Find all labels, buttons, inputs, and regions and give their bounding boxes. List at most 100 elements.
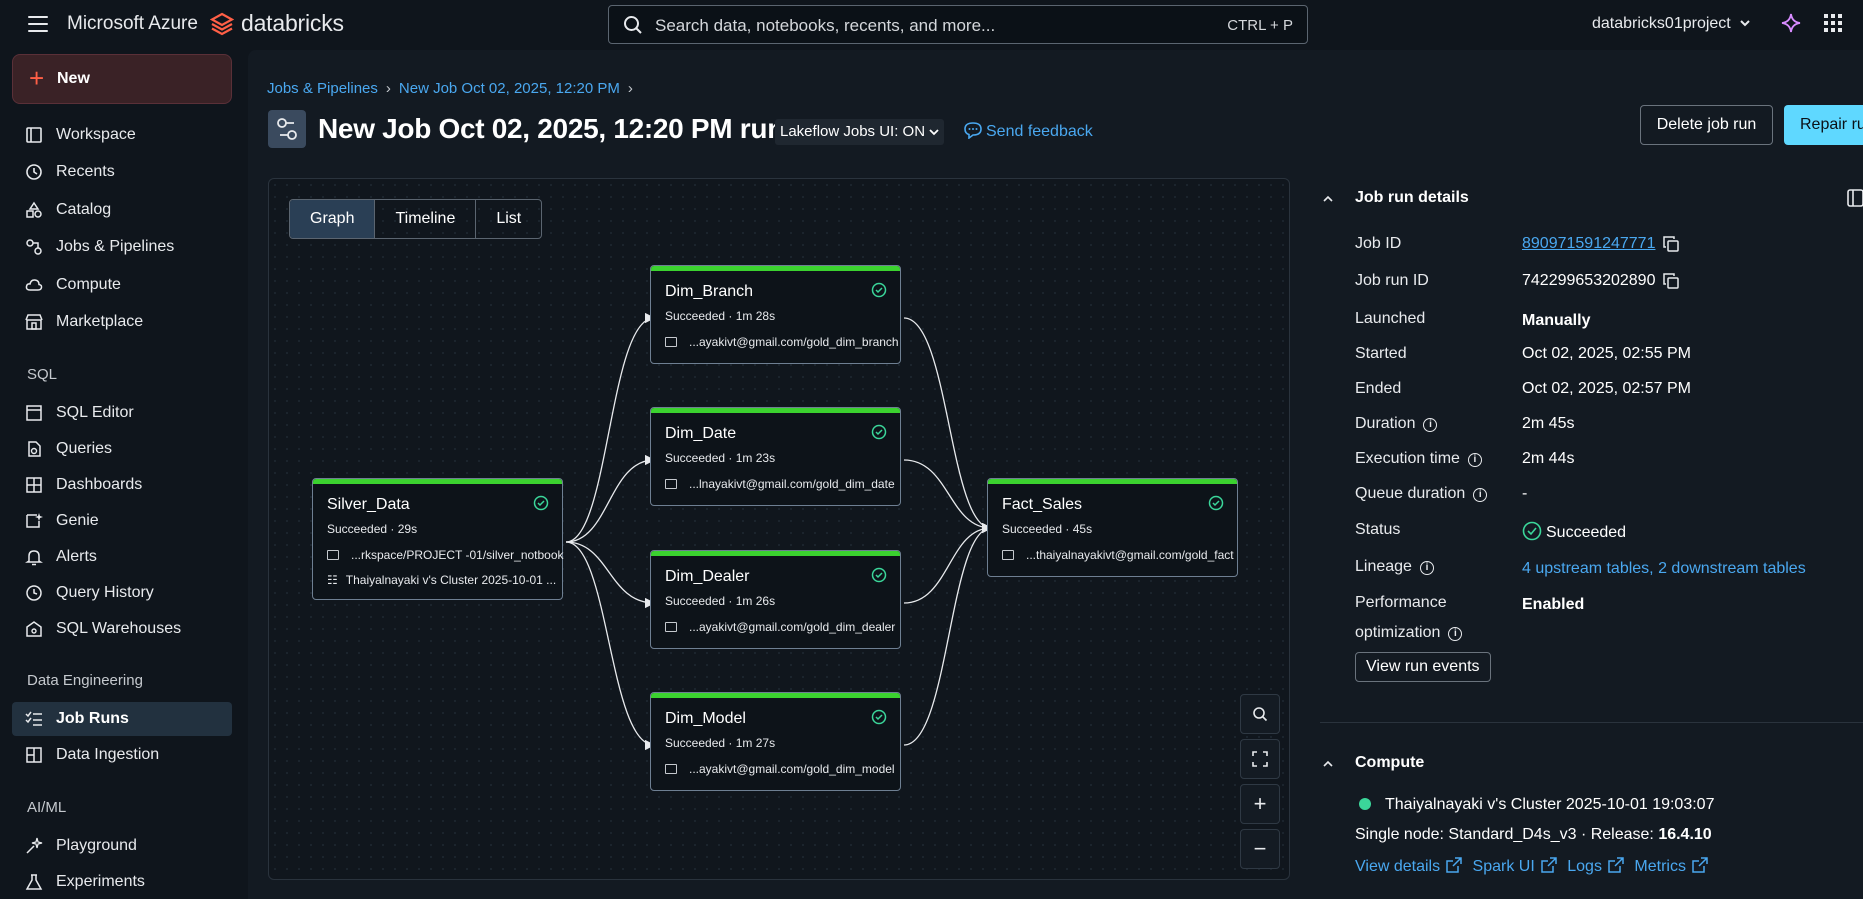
workspace-selector[interactable]: databricks01project (1592, 15, 1751, 33)
store-icon (25, 314, 43, 330)
search-graph-button[interactable] (1240, 694, 1280, 734)
delete-job-run-button[interactable]: Delete job run (1640, 105, 1773, 145)
ended-value: Oct 02, 2025, 02:57 PM (1522, 380, 1691, 397)
search-bar[interactable]: Search data, notebooks, recents, and mor… (608, 5, 1308, 44)
task-path: ...lnayakivt@gmail.com/gold_dim_date (665, 477, 895, 491)
sidebar-item-compute[interactable]: Compute (12, 268, 232, 302)
performance-label: Performance (1355, 594, 1447, 611)
sidebar-item-alerts[interactable]: Alerts (12, 540, 232, 574)
task-duration: 1m 23s (735, 451, 776, 465)
sidebar-item-data-ingestion[interactable]: Data Ingestion (12, 738, 232, 772)
chevron-up-icon[interactable] (1323, 759, 1333, 769)
success-check-icon (1208, 495, 1224, 511)
databricks-logo-icon (210, 12, 234, 36)
apps-grid-icon[interactable] (1824, 14, 1842, 32)
sidebar-item-label: Catalog (56, 201, 112, 218)
status-bar (651, 551, 900, 556)
zoom-in-button[interactable]: + (1240, 784, 1280, 824)
task-node-dim-dealer[interactable]: Dim_Dealer Succeeded · 1m 26s ...ayakivt… (650, 550, 901, 649)
job-id-link[interactable]: 890971591247771 (1522, 235, 1655, 253)
collapse-panel-icon[interactable] (1847, 188, 1863, 208)
sidebar-item-job-runs[interactable]: Job Runs (12, 702, 232, 736)
dashboard-icon (26, 477, 42, 493)
task-node-dim-date[interactable]: Dim_Date Succeeded · 1m 23s ...lnayakivt… (650, 407, 901, 506)
task-cluster: ☷ Thaiyalnayaki v's Cluster 2025-10-01 ..… (327, 573, 556, 587)
sidebar-item-sql-editor[interactable]: SQL Editor (12, 396, 232, 430)
metrics-link[interactable]: Metrics (1634, 857, 1708, 875)
sidebar-item-dashboards[interactable]: Dashboards (12, 468, 232, 502)
fit-view-button[interactable] (1240, 739, 1280, 779)
cluster-spec: Single node: Standard_D4s_v3 · Release: … (1355, 826, 1712, 844)
success-check-icon (871, 709, 887, 725)
status-bar (651, 408, 900, 413)
send-feedback-link[interactable]: Send feedback (963, 121, 1093, 141)
task-node-dim-model[interactable]: Dim_Model Succeeded · 1m 27s ...ayakivt@… (650, 692, 901, 791)
sidebar-item-marketplace[interactable]: Marketplace (12, 305, 232, 339)
breadcrumb-job[interactable]: New Job Oct 02, 2025, 12:20 PM (399, 80, 620, 97)
task-name: Silver_Data (327, 496, 410, 513)
task-path-text: ...ayakivt@gmail.com/gold_dim_dealer (689, 620, 896, 634)
tab-graph[interactable]: Graph (290, 200, 376, 238)
duration-value: 2m 45s (1522, 415, 1575, 432)
tab-list[interactable]: List (476, 200, 541, 238)
menu-icon[interactable] (28, 16, 48, 32)
task-node-dim-branch[interactable]: Dim_Branch Succeeded · 1m 28s ...ayakivt… (650, 265, 901, 364)
sidebar-item-experiments[interactable]: Experiments (12, 865, 232, 899)
task-status-text: Succeeded (665, 309, 726, 323)
compute-header[interactable]: Compute (1355, 754, 1424, 772)
zoom-out-button[interactable]: − (1240, 829, 1280, 869)
edge-silver-branch (565, 312, 656, 543)
sidebar-item-label: Dashboards (56, 476, 143, 493)
sidebar-item-catalog[interactable]: Catalog (12, 193, 232, 227)
chat-bubble-icon (964, 122, 982, 140)
task-name: Dim_Branch (665, 283, 754, 300)
edge-silver-date (565, 454, 656, 543)
view-details-link[interactable]: View details (1355, 857, 1462, 875)
task-name: Dim_Dealer (665, 568, 750, 585)
info-icon[interactable]: i (1423, 418, 1438, 432)
view-run-events-button[interactable]: View run events (1355, 652, 1491, 682)
task-duration: 45s (1072, 522, 1093, 536)
tab-timeline[interactable]: Timeline (375, 200, 477, 238)
edge-dealer-fact (903, 522, 993, 604)
lakeflow-toggle[interactable]: Lakeflow Jobs UI: ON (775, 119, 945, 145)
task-node-silver-data[interactable]: Silver_Data Succeeded · 29s ...rkspace/P… (312, 478, 564, 600)
logs-link[interactable]: Logs (1567, 857, 1624, 875)
brand-databricks[interactable]: databricks (241, 10, 344, 37)
assistant-sparkle-icon[interactable] (1780, 12, 1802, 34)
sidebar-item-playground[interactable]: Playground (12, 829, 232, 863)
sidebar-item-label: Job Runs (56, 710, 129, 727)
chevron-down-icon (929, 129, 939, 136)
task-node-fact-sales[interactable]: Fact_Sales Succeeded · 45s ...thaiyalnay… (987, 478, 1238, 577)
sidebar-item-recents[interactable]: Recents (12, 155, 232, 189)
sidebar-item-query-history[interactable]: Query History (12, 576, 232, 610)
chevron-down-icon (1740, 20, 1750, 27)
repair-run-button[interactable]: Repair run (1784, 105, 1863, 145)
info-icon[interactable]: i (1467, 453, 1482, 467)
copy-icon[interactable] (1663, 236, 1679, 252)
brand-microsoft-azure[interactable]: Microsoft Azure (67, 13, 198, 35)
sidebar-item-jobs-pipelines[interactable]: Jobs & Pipelines (12, 230, 232, 264)
info-icon[interactable]: i (1419, 561, 1434, 575)
info-icon[interactable]: i (1448, 627, 1463, 641)
sidebar-item-genie[interactable]: Genie (12, 504, 232, 538)
sidebar-item-sql-warehouses[interactable]: SQL Warehouses (12, 612, 232, 646)
chevron-up-icon[interactable] (1323, 194, 1333, 204)
sidebar-item-label: Query History (56, 584, 154, 601)
copy-icon[interactable] (1663, 273, 1679, 289)
sidebar-item-queries[interactable]: Queries (12, 432, 232, 466)
breadcrumb-jobs-pipelines[interactable]: Jobs & Pipelines (267, 80, 378, 97)
job-run-id-label: Job run ID (1355, 272, 1429, 289)
lineage-link[interactable]: 4 upstream tables, 2 downstream tables (1522, 560, 1806, 578)
sidebar-item-workspace[interactable]: Workspace (12, 118, 232, 152)
job-run-details-header[interactable]: Job run details (1355, 189, 1469, 207)
ended-label: Ended (1355, 380, 1402, 397)
sidebar-item-label: Alerts (56, 548, 97, 565)
spark-ui-link[interactable]: Spark UI (1473, 857, 1557, 875)
sidebar-item-label: Marketplace (56, 313, 144, 330)
new-button[interactable]: + New (12, 54, 232, 104)
info-icon[interactable]: i (1473, 488, 1488, 502)
catalog-icon (26, 201, 42, 218)
workflows-icon (26, 239, 42, 255)
success-check-icon (871, 282, 887, 298)
